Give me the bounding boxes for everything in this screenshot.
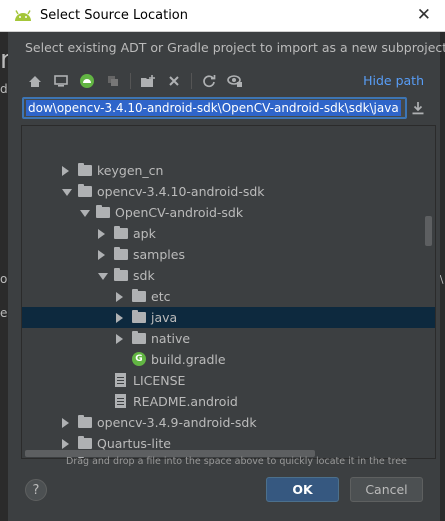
folder-icon [132,289,146,302]
home-icon[interactable] [24,71,46,91]
desktop-icon[interactable] [50,71,72,91]
drag-drop-hint: Drag and drop a file into the space abov… [66,456,407,467]
folder-icon [114,247,128,260]
module-icon[interactable] [102,71,124,91]
tree-row-label: build.gradle [151,352,226,367]
chevron-down-icon[interactable] [62,189,72,196]
folder-icon [132,310,146,323]
title-bar: Select Source Location ✕ [0,0,445,32]
select-source-dialog: Select existing ADT or Gradle project to… [8,32,445,521]
tree-row-label: java [151,310,178,325]
chevron-right-icon[interactable] [98,250,105,260]
tree-row[interactable]: native [22,328,435,349]
background-text: o [0,272,8,286]
tree-row-label: LICENSE [133,373,186,388]
tree-row-label: opencv-3.4.10-android-sdk [97,184,265,199]
close-icon[interactable]: ✕ [417,5,431,25]
path-input[interactable]: dow\opencv-3.4.10-android-sdk\OpenCV-and… [22,97,407,119]
chevron-right-icon[interactable] [62,439,69,449]
cancel-button[interactable]: Cancel [350,477,423,502]
refresh-icon[interactable] [198,71,220,91]
android-project-icon[interactable] [76,71,98,91]
tree-row[interactable]: apk [22,223,435,244]
gradle-file-icon: G [132,352,146,366]
path-input-value: dow\opencv-3.4.10-android-sdk\OpenCV-and… [26,100,401,116]
new-folder-icon[interactable] [137,71,159,91]
chevron-right-icon[interactable] [116,313,123,323]
tree-row[interactable]: OpenCV-android-sdk [22,202,435,223]
toolbar-separator [191,73,192,89]
chevron-down-icon[interactable] [98,273,108,280]
chevron-right-icon[interactable] [62,166,69,176]
tree-row[interactable]: LICENSE [22,370,435,391]
tree-row[interactable]: samples [22,244,435,265]
vertical-scrollbar[interactable] [425,216,432,246]
folder-icon [78,436,92,449]
tree-row[interactable]: java [22,307,435,328]
chevron-right-icon[interactable] [116,292,123,302]
tree-row-label: samples [133,247,185,262]
folder-icon [96,205,110,218]
tree-row-label: keygen_cn [97,163,164,178]
file-chooser-toolbar: Hide path [24,70,428,92]
android-icon [15,9,31,21]
tree-row[interactable]: etc [22,286,435,307]
folder-icon [114,226,128,239]
show-hidden-icon[interactable] [224,71,246,91]
toolbar-separator [130,73,131,89]
dialog-subtitle: Select existing ADT or Gradle project to… [25,40,445,55]
folder-icon [78,184,92,197]
text-file-icon [115,373,126,387]
tree-row-label: OpenCV-android-sdk [115,205,244,220]
tree-row-label: opencv-3.4.9-android-sdk [97,415,257,430]
tree-row[interactable]: sdk [22,265,435,286]
tree-row[interactable]: keygen_cn [22,160,435,181]
window-title: Select Source Location [40,8,189,23]
chevron-right-icon[interactable] [116,334,123,344]
folder-icon [132,331,146,344]
ok-button[interactable]: OK [266,477,339,502]
folder-icon [78,415,92,428]
chevron-down-icon[interactable] [80,210,90,217]
tree-row-label: etc [151,289,171,304]
help-button[interactable]: ? [25,479,47,501]
tree-row-label: sdk [133,268,155,283]
file-tree[interactable]: softwareRotaryEncoderQuartus-liteopencv-… [21,125,436,459]
folder-icon [78,163,92,176]
hide-path-link[interactable]: Hide path [363,73,424,88]
chevron-right-icon[interactable] [98,229,105,239]
tree-row[interactable]: README.android [22,391,435,412]
delete-icon[interactable] [163,71,185,91]
text-file-icon [115,394,126,408]
folder-icon [114,268,128,281]
tree-row[interactable]: opencv-3.4.10-android-sdk [22,181,435,202]
chevron-right-icon[interactable] [62,418,69,428]
tree-row[interactable]: Gbuild.gradle [22,349,435,370]
tree-row-label: native [151,331,191,346]
tree-row-label: apk [133,226,156,241]
tree-row[interactable]: opencv-3.4.9-android-sdk [22,412,435,433]
download-icon[interactable] [411,101,425,115]
tree-row-label: README.android [133,394,238,409]
